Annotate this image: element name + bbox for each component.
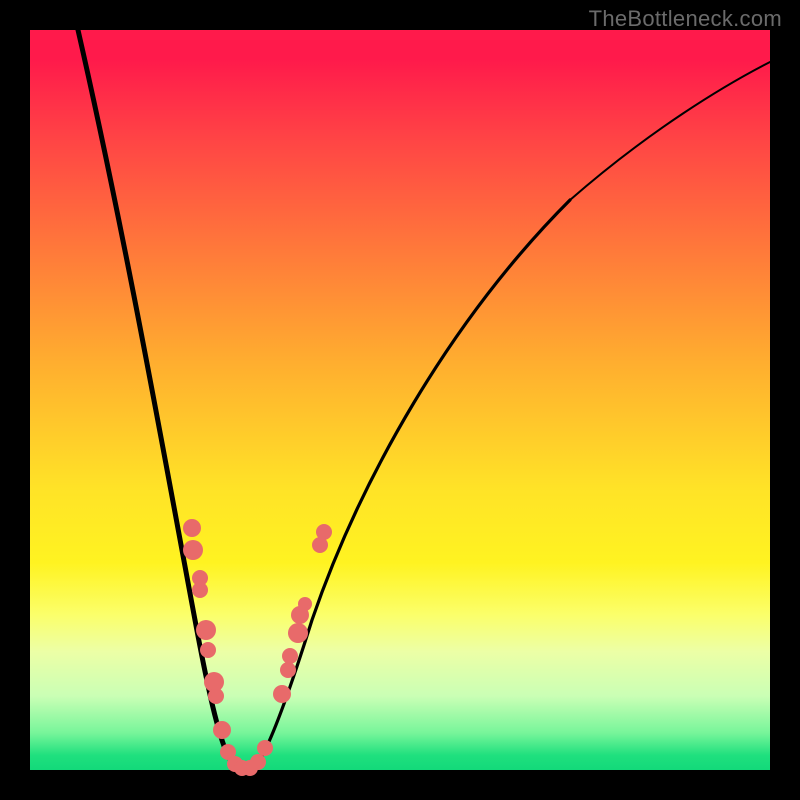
marker (183, 519, 201, 537)
marker (200, 642, 216, 658)
curve-left-thick (78, 30, 245, 770)
curve-svg (30, 30, 770, 770)
marker (288, 623, 308, 643)
plot-area (30, 30, 770, 770)
marker (213, 721, 231, 739)
marker (208, 688, 224, 704)
marker (183, 540, 203, 560)
marker (196, 620, 216, 640)
marker (298, 597, 312, 611)
marker (282, 648, 298, 664)
curve-right-thin (570, 62, 770, 200)
marker (257, 740, 273, 756)
curve-right-mid (245, 200, 570, 770)
marker (316, 524, 332, 540)
marker (273, 685, 291, 703)
marker (192, 582, 208, 598)
chart-frame: TheBottleneck.com (0, 0, 800, 800)
watermark-text: TheBottleneck.com (589, 6, 782, 32)
marker (280, 662, 296, 678)
marker (250, 754, 266, 770)
markers-group (183, 519, 332, 776)
